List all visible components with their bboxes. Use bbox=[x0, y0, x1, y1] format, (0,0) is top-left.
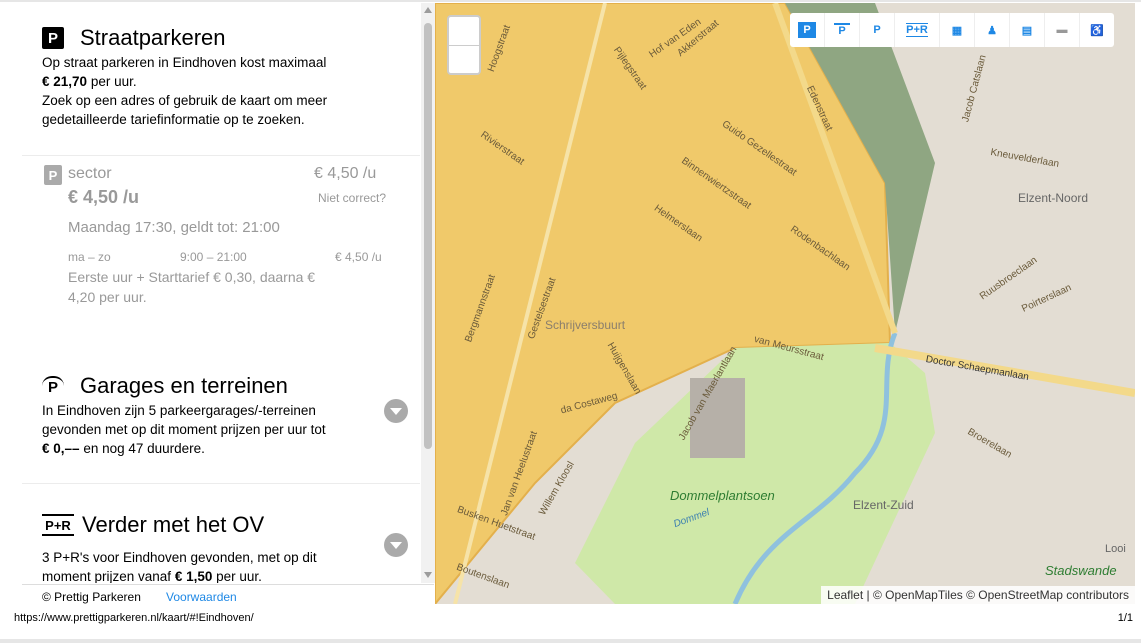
divider bbox=[22, 483, 420, 484]
sector-rate-right: € 4,50 /u bbox=[314, 165, 377, 182]
ov-line2-prefix: moment prijzen vanaf bbox=[42, 569, 172, 583]
sharing-filter[interactable]: ▦ bbox=[940, 13, 975, 47]
sector-note: Eerste uur + Starttarief € 0,30, daarna … bbox=[68, 267, 315, 307]
map-label-dommelplantsoen: Dommelplantsoen bbox=[670, 488, 775, 503]
street-line2: € 21,70 per uur. bbox=[42, 72, 327, 91]
garages-price: € 0,–– bbox=[42, 441, 80, 456]
scroll-up-icon[interactable] bbox=[424, 7, 432, 13]
garages-line1: In Eindhoven zijn 5 parkeergarages/-terr… bbox=[42, 403, 316, 418]
divider bbox=[22, 155, 420, 156]
ov-heading[interactable]: P+R Verder met het OV bbox=[42, 512, 264, 538]
garages-expand-button[interactable] bbox=[384, 399, 408, 423]
scroll-down-icon[interactable] bbox=[424, 572, 432, 578]
garages-line3: € 0,–– en nog 47 duurdere. bbox=[42, 439, 326, 458]
street-line1: Op straat parkeren in Eindhoven kost max… bbox=[42, 55, 327, 70]
sector-label: sector bbox=[68, 165, 112, 182]
wheelchair-icon: ♿ bbox=[1090, 24, 1104, 37]
zoom-control[interactable] bbox=[447, 15, 481, 75]
sector-validity: Maandag 17:30, geldt tot: 21:00 bbox=[68, 219, 280, 236]
ov-line2: moment prijzen vanaf € 1,50 per uur. bbox=[42, 567, 317, 583]
plug-icon: ▬ bbox=[1056, 24, 1068, 36]
zoom-out-button[interactable] bbox=[449, 46, 479, 74]
ov-price: € 1,50 bbox=[174, 569, 213, 583]
garages-title: Garages en terreinen bbox=[80, 373, 288, 398]
people-icon: ▦ bbox=[951, 24, 963, 37]
info-panel: P Straatparkeren Op straat parkeren in E… bbox=[22, 3, 420, 583]
sector-rate-big: € 4,50 /u bbox=[68, 187, 140, 207]
top-border bbox=[0, 0, 1141, 2]
permit-filter-icon: P bbox=[873, 24, 881, 36]
garages-heading[interactable]: P Garages en terreinen bbox=[42, 373, 288, 399]
park-and-ride-filter[interactable]: P+R bbox=[895, 13, 940, 47]
street-line3: Zoek op een adres of gebruik de kaart om… bbox=[42, 93, 328, 108]
park-and-ride-filter-icon: P+R bbox=[906, 23, 928, 37]
street-max-price: € 21,70 bbox=[42, 74, 88, 89]
street-parking-heading: P Straatparkeren bbox=[42, 25, 226, 51]
schedule-filter[interactable]: ▤ bbox=[1010, 13, 1045, 47]
map-filter-toolbar: P P P P+R ▦ ♟ ▤ ▬ ♿ bbox=[790, 13, 1114, 47]
panel-footer: © Prettig Parkeren Voorwaarden bbox=[22, 584, 434, 607]
street-parking-title: Straatparkeren bbox=[80, 25, 226, 50]
sector-parking-icon: P bbox=[44, 165, 62, 185]
copyright-text: © Prettig Parkeren bbox=[42, 590, 141, 604]
not-correct-link[interactable]: Niet correct? bbox=[318, 191, 386, 205]
map-label-stadswande: Stadswande bbox=[1045, 563, 1117, 578]
ov-expand-button[interactable] bbox=[384, 533, 408, 557]
street-parking-filter-icon: P bbox=[798, 22, 816, 38]
zoom-in-button[interactable] bbox=[449, 17, 479, 46]
map-label-looi: Looi bbox=[1105, 543, 1126, 555]
calendar-icon: ▤ bbox=[1021, 24, 1033, 37]
ov-title: Verder met het OV bbox=[82, 512, 265, 537]
sector-note-line1: Eerste uur + Starttarief € 0,30, daarna … bbox=[68, 269, 316, 285]
garages-line2: gevonden met op dit moment prijzen per u… bbox=[42, 422, 326, 437]
permit-filter[interactable]: P bbox=[860, 13, 895, 47]
accessible-filter[interactable]: ♿ bbox=[1080, 13, 1114, 47]
status-url: https://www.prettigparkeren.nl/kaart/#!E… bbox=[14, 612, 254, 624]
ov-line1: 3 P+R's voor Eindhoven gevonden, met op … bbox=[42, 550, 317, 565]
street-line4: gedetailleerde tariefinformatie op te zo… bbox=[42, 112, 305, 127]
garage-filter-icon: P bbox=[834, 23, 850, 37]
street-per-hour: per uur. bbox=[90, 74, 137, 89]
map-attribution[interactable]: Leaflet | © OpenMapTiles © OpenStreetMap… bbox=[821, 586, 1135, 604]
ov-suffix: per uur. bbox=[216, 569, 262, 583]
ev-charging-filter[interactable]: ▬ bbox=[1045, 13, 1080, 47]
map[interactable]: Hoogstraat Rivierstraat Pijlegstraat Akk… bbox=[435, 3, 1135, 604]
map-label-schrijversbuurt: Schrijversbuurt bbox=[545, 318, 626, 332]
ov-text: 3 P+R's voor Eindhoven gevonden, met op … bbox=[42, 548, 317, 583]
bottom-border bbox=[0, 639, 1141, 643]
family-icon: ♟ bbox=[987, 24, 997, 37]
scrollbar-thumb[interactable] bbox=[424, 23, 432, 449]
family-filter[interactable]: ♟ bbox=[975, 13, 1010, 47]
map-label-elzent-noord: Elzent-Noord bbox=[1018, 191, 1089, 205]
garages-rest: en nog 47 duurdere. bbox=[83, 441, 205, 456]
sector-hour-rate: € 4,50 /u bbox=[335, 250, 382, 264]
street-parking-icon: P bbox=[42, 27, 64, 49]
garage-filter[interactable]: P bbox=[825, 13, 860, 47]
street-parking-text: Op straat parkeren in Eindhoven kost max… bbox=[42, 53, 327, 129]
map-label-elzent-zuid: Elzent-Zuid bbox=[853, 498, 914, 512]
sector-note-line2: 4,20 per uur. bbox=[68, 289, 147, 305]
sector-hours: 9:00 – 21:00 bbox=[180, 250, 247, 264]
sector-days: ma – zo bbox=[68, 250, 111, 264]
terms-link[interactable]: Voorwaarden bbox=[166, 590, 237, 604]
garage-icon: P bbox=[42, 376, 64, 396]
garages-text: In Eindhoven zijn 5 parkeergarages/-terr… bbox=[42, 401, 326, 458]
page-number: 1/1 bbox=[1117, 612, 1133, 624]
panel-scrollbar[interactable] bbox=[421, 3, 435, 583]
park-and-ride-icon: P+R bbox=[42, 514, 74, 536]
street-parking-filter[interactable]: P bbox=[790, 13, 825, 47]
